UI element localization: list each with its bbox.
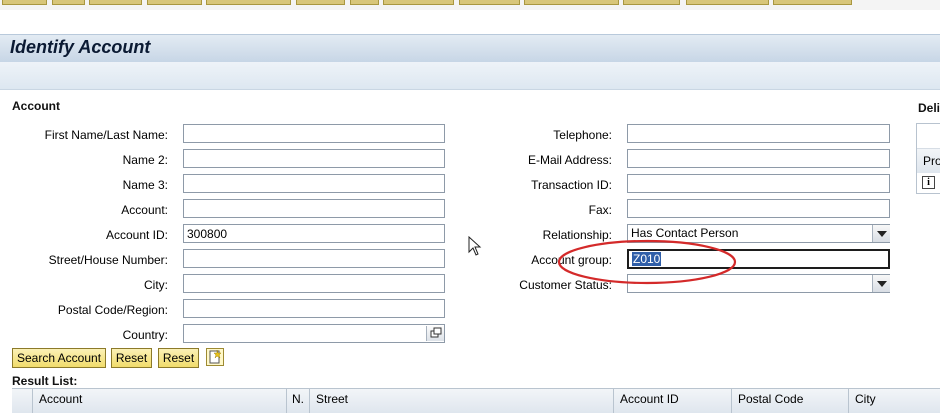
column-separator [286,388,287,413]
account-section-heading: Account [12,99,60,113]
name3-input[interactable] [183,174,445,193]
country-input[interactable] [183,324,445,343]
search-account-button[interactable]: Search Account [12,348,106,368]
street-house-input[interactable] [183,249,445,268]
column-separator [309,388,310,413]
first-last-name-input[interactable] [183,124,445,143]
value-help-icon[interactable] [426,326,444,341]
chevron-down-icon[interactable] [872,225,890,242]
top-tab[interactable] [623,0,680,5]
postal-region-input[interactable] [183,299,445,318]
fax-label: Fax: [588,203,612,217]
new-document-icon[interactable] [206,348,224,366]
annotation-ellipse [557,239,737,285]
top-tab[interactable] [89,0,142,5]
mouse-cursor-icon [468,236,482,256]
reset-button[interactable]: Reset [111,348,152,368]
top-tab[interactable] [773,0,852,5]
city-label: City: [144,278,168,292]
column-header-city[interactable]: City [855,392,876,406]
chevron-down-icon[interactable] [872,275,890,292]
column-header-n[interactable]: N. [292,392,304,406]
column-header-account[interactable]: Account [39,392,82,406]
name2-label: Name 2: [122,153,168,167]
email-label: E-Mail Address: [527,153,612,167]
account-id-label: Account ID: [105,228,168,242]
telephone-label: Telephone: [553,128,612,142]
column-header-street[interactable]: Street [316,392,348,406]
name3-label: Name 3: [122,178,168,192]
account-label: Account: [121,203,168,217]
postal-region-label: Postal Code/Region: [57,303,168,317]
fax-input[interactable] [627,199,890,218]
toolbar-area [0,62,940,90]
top-tab[interactable] [296,0,345,5]
city-input[interactable] [183,274,445,293]
transaction-id-label: Transaction ID: [531,178,612,192]
column-separator [32,388,33,413]
name2-input[interactable] [183,149,445,168]
result-list-heading: Result List: [12,374,78,388]
column-separator [613,388,614,413]
right-partial-panel: Pro i [916,123,940,194]
telephone-input[interactable] [627,124,890,143]
top-tab[interactable] [524,0,619,5]
top-tab[interactable] [2,0,47,5]
country-label: Country: [122,328,168,342]
top-tab[interactable] [383,0,454,5]
top-tab[interactable] [350,0,379,5]
info-icon[interactable]: i [922,176,935,189]
top-tab[interactable] [147,0,202,5]
top-tab[interactable] [459,0,520,5]
column-separator [731,388,732,413]
column-separator [848,388,849,413]
account-id-input[interactable] [183,224,445,243]
top-tab[interactable] [52,0,85,5]
street-house-label: Street/House Number: [48,253,168,267]
right-column-header: Pro [923,154,940,168]
right-section-heading: Deli [918,101,940,115]
email-input[interactable] [627,149,890,168]
column-header-postal-code[interactable]: Postal Code [738,392,803,406]
top-tab[interactable] [206,0,291,5]
transaction-id-input[interactable] [627,174,890,193]
account-input[interactable] [183,199,445,218]
column-header-account-id[interactable]: Account ID [620,392,679,406]
page-title: Identify Account [10,37,151,57]
top-tab[interactable] [686,0,769,5]
first-last-name-label: First Name/Last Name: [44,128,168,142]
reset-button[interactable]: Reset [158,348,199,368]
